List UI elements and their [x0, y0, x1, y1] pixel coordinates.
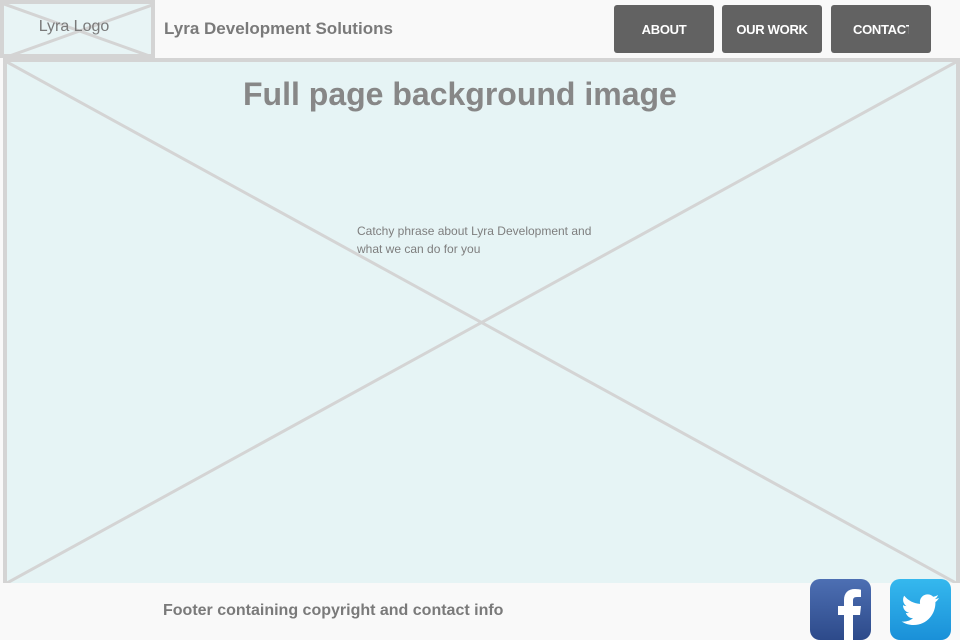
facebook-icon: [838, 589, 861, 640]
twitter-icon: [901, 594, 939, 625]
site-title: Lyra Development Solutions: [164, 19, 393, 38]
nav-about-label: ABOUT: [641, 21, 687, 37]
logo-text: Lyra Logo: [38, 18, 110, 35]
nav-our-work-label: OUR WORK: [736, 21, 808, 37]
twitter-button[interactable]: [890, 579, 951, 640]
page: Lyra Logo Lyra Development Solutions ABO…: [0, 0, 960, 640]
hero-tagline: Catchy phrase about Lyra Development and…: [357, 224, 592, 256]
nav-contact-label: CONTACT: [853, 21, 909, 37]
footer-text: Footer containing copyright and contact …: [163, 602, 504, 619]
hero-title: Full page background image: [243, 76, 677, 112]
nav-contact-button[interactable]: CONTACT: [831, 5, 931, 53]
logo-placeholder[interactable]: Lyra Logo: [0, 0, 155, 58]
site-footer: Footer containing copyright and contact …: [0, 579, 960, 640]
facebook-button[interactable]: [810, 579, 871, 640]
placeholder-cross-icon: [7, 62, 956, 583]
nav-our-work-button[interactable]: OUR WORK: [722, 5, 822, 53]
site-header: Lyra Logo Lyra Development Solutions ABO…: [0, 0, 960, 58]
nav-about-button[interactable]: ABOUT: [614, 5, 714, 53]
hero-background-image-placeholder: Full page background image Catchy phrase…: [3, 58, 960, 583]
